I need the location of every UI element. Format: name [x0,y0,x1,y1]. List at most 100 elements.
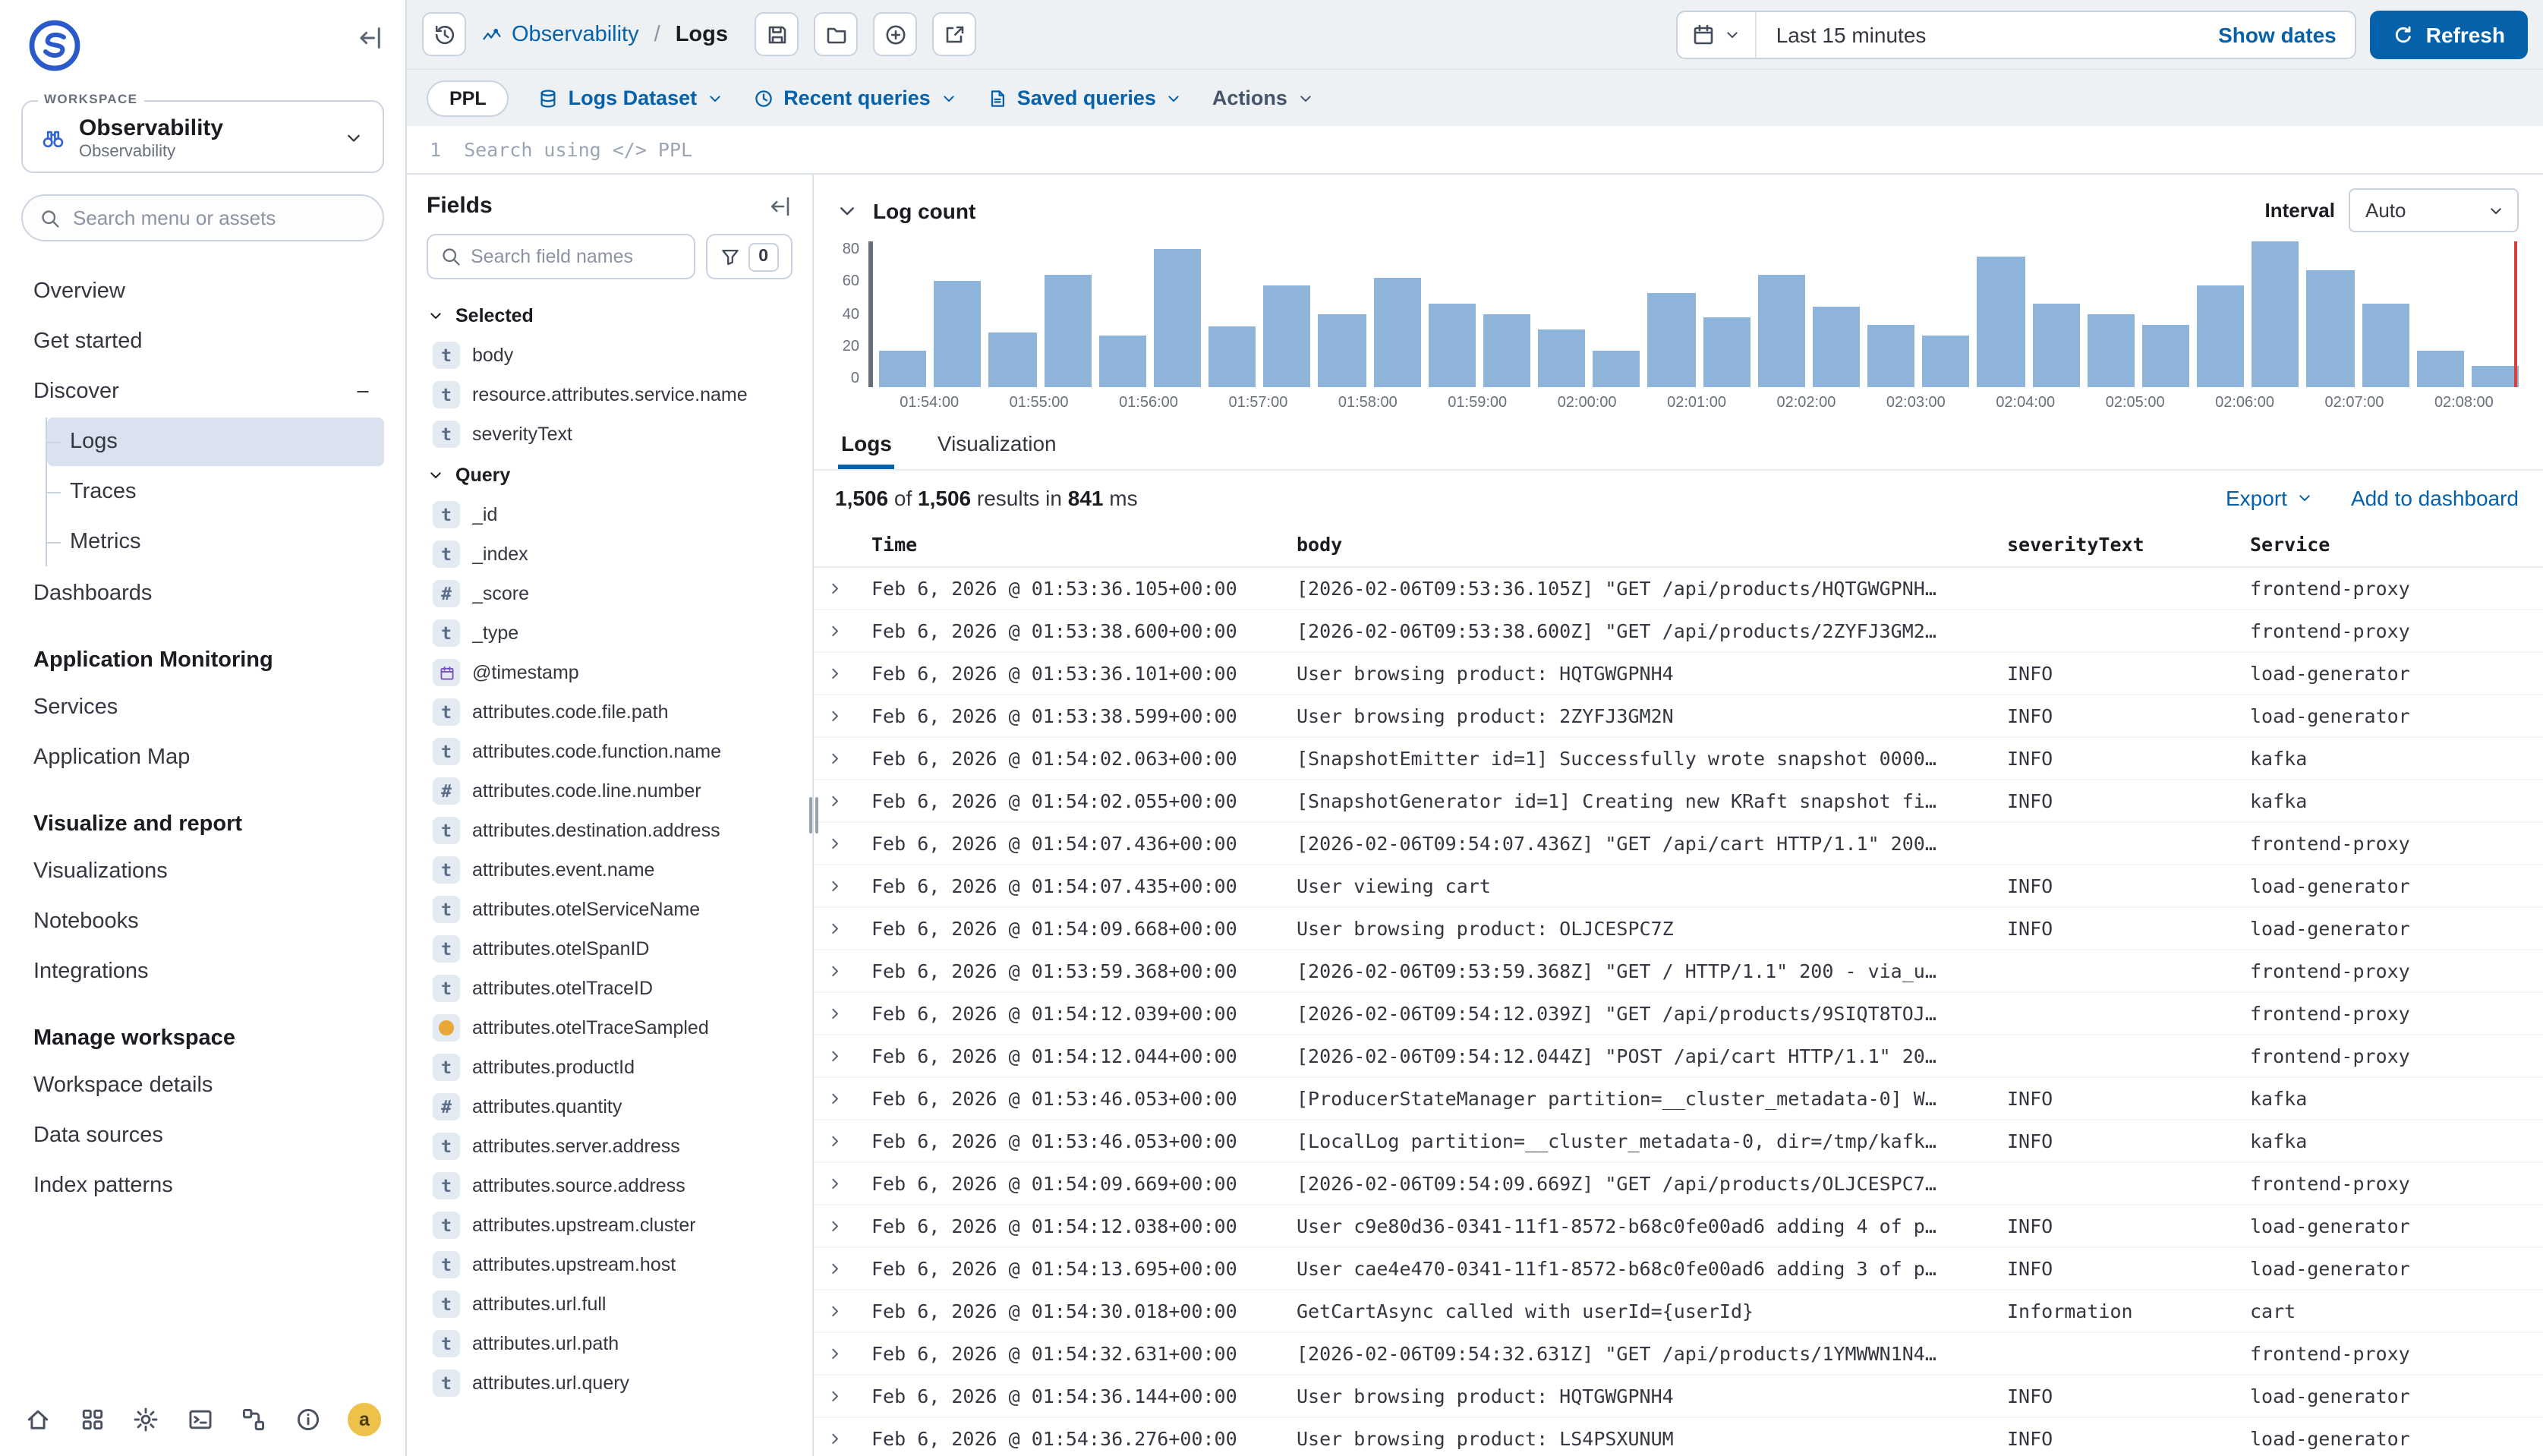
share-button[interactable] [933,12,977,56]
query-editor[interactable]: 1 [407,126,2543,175]
histogram-bar[interactable] [934,282,981,387]
field-group-query[interactable]: Query [427,454,803,495]
field-item[interactable]: t_index [427,534,803,574]
table-row[interactable]: Feb 6, 2026 @ 01:54:12.039+00:00[2026-02… [814,993,2543,1035]
sidebar-item-traces[interactable]: Traces [47,468,384,516]
histogram-bar[interactable] [1098,336,1145,387]
histogram-bar[interactable] [2142,325,2189,387]
breadcrumb-app[interactable]: Observability [481,22,639,46]
apps-button[interactable] [78,1406,106,1433]
query-language-badge[interactable]: PPL [427,80,509,116]
sidebar-item-application-map[interactable]: Application Map [21,732,384,782]
sidebar-item-data-sources[interactable]: Data sources [21,1110,384,1160]
expand-row-icon[interactable] [826,707,871,725]
field-search-input[interactable] [471,246,681,267]
expand-row-icon[interactable] [826,1174,871,1193]
histogram-bar[interactable] [1538,329,1585,387]
info-button[interactable] [294,1406,321,1433]
histogram-bar[interactable] [2088,314,2135,387]
histogram-bar[interactable] [1319,314,1366,387]
actions-menu[interactable]: Actions [1212,87,1315,109]
table-row[interactable]: Feb 6, 2026 @ 01:53:38.600+00:00[2026-02… [814,610,2543,653]
histogram-bar[interactable] [1593,351,1640,387]
field-item[interactable]: tattributes.server.address [427,1127,803,1166]
field-item[interactable]: t_type [427,613,803,653]
field-filter-button[interactable]: 0 [705,234,793,279]
expand-row-icon[interactable] [826,1387,871,1405]
table-row[interactable]: Feb 6, 2026 @ 01:54:36.276+00:00User bro… [814,1418,2543,1456]
collapse-group-icon[interactable] [354,382,372,400]
field-item[interactable]: tattributes.url.query [427,1363,803,1403]
field-item[interactable]: tattributes.productId [427,1048,803,1087]
recent-items-button[interactable] [422,12,466,56]
expand-row-icon[interactable] [826,792,871,810]
saved-queries-menu[interactable]: Saved queries [987,87,1183,109]
interval-select[interactable]: Auto [2349,188,2519,232]
histogram-bar[interactable] [2252,241,2299,387]
dataset-selector[interactable]: Logs Dataset [538,87,725,109]
histogram-bar[interactable] [2032,304,2079,387]
chart-collapse-button[interactable] [835,198,859,222]
query-input[interactable] [464,138,2543,161]
column-time[interactable]: Time [871,533,1297,556]
field-group-selected[interactable]: Selected [427,295,803,336]
table-row[interactable]: Feb 6, 2026 @ 01:54:36.144+00:00User bro… [814,1376,2543,1418]
table-row[interactable]: Feb 6, 2026 @ 01:53:59.368+00:00[2026-02… [814,950,2543,993]
table-row[interactable]: Feb 6, 2026 @ 01:54:07.436+00:00[2026-02… [814,823,2543,865]
histogram-bar[interactable] [1263,285,1310,387]
histogram-bar[interactable] [1977,256,2025,387]
column-service[interactable]: Service [2250,533,2531,556]
expand-row-icon[interactable] [826,1217,871,1235]
fields-collapse-button[interactable] [768,194,793,218]
sidebar-item-integrations[interactable]: Integrations [21,946,384,996]
open-button[interactable] [815,12,859,56]
field-item[interactable]: tbody [427,336,803,375]
table-row[interactable]: Feb 6, 2026 @ 01:54:12.044+00:00[2026-02… [814,1035,2543,1078]
histogram-bar[interactable] [2417,351,2464,387]
time-range-value[interactable]: Last 15 minutes [1757,22,2200,46]
histogram-bar[interactable] [1648,292,1695,387]
table-row[interactable]: Feb 6, 2026 @ 01:54:30.018+00:00GetCartA… [814,1291,2543,1333]
opensearch-logo-icon[interactable] [27,18,82,73]
field-item[interactable]: tattributes.otelSpanID [427,929,803,969]
histogram-bar[interactable] [2362,304,2409,387]
sidebar-item-visualizations[interactable]: Visualizations [21,846,384,896]
sidebar-item-logs[interactable]: Logs [47,418,384,466]
table-row[interactable]: Feb 6, 2026 @ 01:53:38.599+00:00User bro… [814,695,2543,738]
date-picker-calendar-button[interactable] [1678,11,1757,57]
save-button[interactable] [755,12,799,56]
sidebar-item-services[interactable]: Services [21,682,384,732]
user-avatar[interactable]: a [348,1403,381,1436]
expand-row-icon[interactable] [826,1004,871,1023]
table-row[interactable]: Feb 6, 2026 @ 01:54:07.435+00:00User vie… [814,865,2543,908]
field-item[interactable]: tattributes.url.full [427,1284,803,1324]
expand-row-icon[interactable] [826,1344,871,1363]
expand-row-icon[interactable] [826,749,871,767]
expand-row-icon[interactable] [826,919,871,938]
field-item[interactable]: tattributes.code.function.name [427,732,803,771]
expand-row-icon[interactable] [826,877,871,895]
field-search[interactable] [427,234,695,279]
histogram-bar[interactable] [2307,270,2354,387]
workspace-selector[interactable]: WORKSPACE Observability Observability [21,100,384,173]
expand-row-icon[interactable] [826,1302,871,1320]
table-row[interactable]: Feb 6, 2026 @ 01:54:32.631+00:00[2026-02… [814,1333,2543,1376]
table-row[interactable]: Feb 6, 2026 @ 01:54:02.063+00:00[Snapsho… [814,738,2543,780]
sidebar-collapse-button[interactable] [357,24,384,52]
table-row[interactable]: Feb 6, 2026 @ 01:53:46.053+00:00[Produce… [814,1078,2543,1120]
histogram-bar[interactable] [989,332,1036,387]
expand-row-icon[interactable] [826,1089,871,1108]
sidebar-search[interactable] [21,194,384,241]
field-item[interactable]: tattributes.code.file.path [427,692,803,732]
recent-queries-menu[interactable]: Recent queries [753,87,958,109]
histogram-bar[interactable] [1154,249,1201,387]
field-item[interactable]: tseverityText [427,414,803,454]
sidebar-item-overview[interactable]: Overview [21,266,384,316]
histogram-bar[interactable] [1373,278,1420,387]
table-row[interactable]: Feb 6, 2026 @ 01:54:12.038+00:00User c9e… [814,1205,2543,1248]
table-row[interactable]: Feb 6, 2026 @ 01:54:02.055+00:00[Snapsho… [814,780,2543,823]
histogram-bar[interactable] [1208,327,1256,387]
new-button[interactable] [874,12,918,56]
sidebar-item-notebooks[interactable]: Notebooks [21,896,384,946]
settings-button[interactable] [132,1406,159,1433]
